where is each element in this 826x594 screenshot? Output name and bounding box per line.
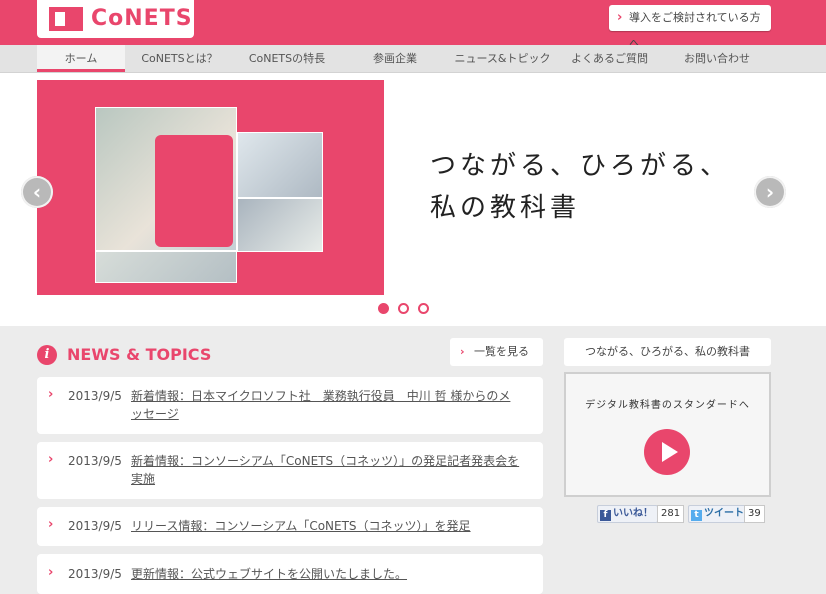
news-link[interactable]: 新着情報：コンソーシアム「CoNETS（コネッツ）」の発足記者発表会を実施 <box>131 452 521 488</box>
students-photo <box>95 251 237 283</box>
slider-dot-1[interactable] <box>378 303 389 314</box>
news-date: 2013/9/5 <box>68 567 122 581</box>
news-item: › 2013/9/5 新着情報：コンソーシアム「CoNETS（コネッツ）」の発足… <box>37 442 543 499</box>
nav-item-features[interactable]: CoNETSの特長 <box>234 45 340 72</box>
logo-mark-icon <box>49 7 83 31</box>
view-all-label: 一覧を見る <box>474 345 529 358</box>
hero-image[interactable] <box>37 80 384 295</box>
news-link[interactable]: 新着情報：日本マイクロソフト社 業務執行役員 中川 哲 様からのメッセージ <box>131 387 521 423</box>
chevron-right-icon: › <box>48 387 54 402</box>
news-link[interactable]: 更新情報：公式ウェブサイトを公開いたしました。 <box>131 565 521 583</box>
nav-item-home[interactable]: ホーム <box>37 45 125 72</box>
facebook-like-button[interactable]: f いいね！ <box>597 505 658 523</box>
chevron-right-icon: › <box>48 452 54 467</box>
logo-shape <box>155 135 233 247</box>
global-nav: ホーム CoNETSとは？ CoNETSの特長 参画企業 ニュース&トピックス … <box>0 45 826 92</box>
chevron-right-icon: › <box>48 565 54 580</box>
news-date: 2013/9/5 <box>68 454 122 468</box>
tagline-line-1: つながる、ひろがる、 <box>430 151 731 181</box>
tweet-count: 39 <box>744 505 765 523</box>
hero-slider: つながる、ひろがる、 私の教科書 ‹ › <box>0 73 826 326</box>
nav-item-news[interactable]: ニュース&トピックス <box>450 45 555 92</box>
news-date: 2013/9/5 <box>68 519 122 533</box>
view-all-button[interactable]: › 一覧を見る <box>450 338 543 366</box>
hero-tagline: つながる、ひろがる、 私の教科書 <box>430 145 730 229</box>
nav-item-contact[interactable]: お問い合わせ <box>664 45 770 72</box>
nav-item-faq[interactable]: よくあるご質問 <box>562 45 657 72</box>
classroom-photo <box>237 198 323 252</box>
news-item: › 2013/9/5 新着情報：日本マイクロソフト社 業務執行役員 中川 哲 様… <box>37 377 543 434</box>
site-header: CoNETS › 導入をご検討されている方へ <box>0 0 826 50</box>
like-count: 281 <box>657 505 685 523</box>
tagline-button[interactable]: つながる、ひろがる、私の教科書 <box>564 338 771 366</box>
news-title: NEWS & TOPICS <box>67 345 212 364</box>
tweet-label: ツイート <box>704 508 744 519</box>
chevron-right-icon: › <box>460 345 465 358</box>
facebook-icon: f <box>600 510 611 521</box>
tagline-line-2: 私の教科書 <box>430 193 581 223</box>
twitter-icon: t <box>691 510 702 521</box>
nav-item-members[interactable]: 参画企業 <box>347 45 443 72</box>
slider-dot-3[interactable] <box>418 303 429 314</box>
news-date: 2013/9/5 <box>68 389 122 403</box>
news-item: › 2013/9/5 更新情報：公式ウェブサイトを公開いたしました。 <box>37 554 543 594</box>
video-caption: デジタル教科書のスタンダードへ <box>585 400 750 411</box>
intro-consideration-button[interactable]: › 導入をご検討されている方へ <box>609 5 771 50</box>
slider-next-button[interactable]: › <box>754 176 786 208</box>
nav-item-about[interactable]: CoNETSとは？ <box>132 45 227 72</box>
classroom-photo <box>237 132 323 198</box>
play-icon[interactable] <box>644 429 690 475</box>
slider-dot-2[interactable] <box>398 303 409 314</box>
slider-prev-button[interactable]: ‹ <box>21 176 53 208</box>
logo-text: CoNETS <box>91 6 193 31</box>
info-icon: i <box>37 345 57 365</box>
promo-video[interactable]: デジタル教科書のスタンダードへ <box>564 372 771 497</box>
conets-logo[interactable]: CoNETS <box>37 0 194 38</box>
tweet-button[interactable]: t ツイート <box>688 505 749 523</box>
chevron-right-icon: › <box>48 517 54 532</box>
chevron-right-icon: › <box>617 10 623 25</box>
news-item: › 2013/9/5 リリース情報：コンソーシアム「CoNETS（コネッツ）」を… <box>37 507 543 546</box>
like-label: いいね！ <box>613 508 653 519</box>
news-link[interactable]: リリース情報：コンソーシアム「CoNETS（コネッツ）」を発足 <box>131 517 521 535</box>
